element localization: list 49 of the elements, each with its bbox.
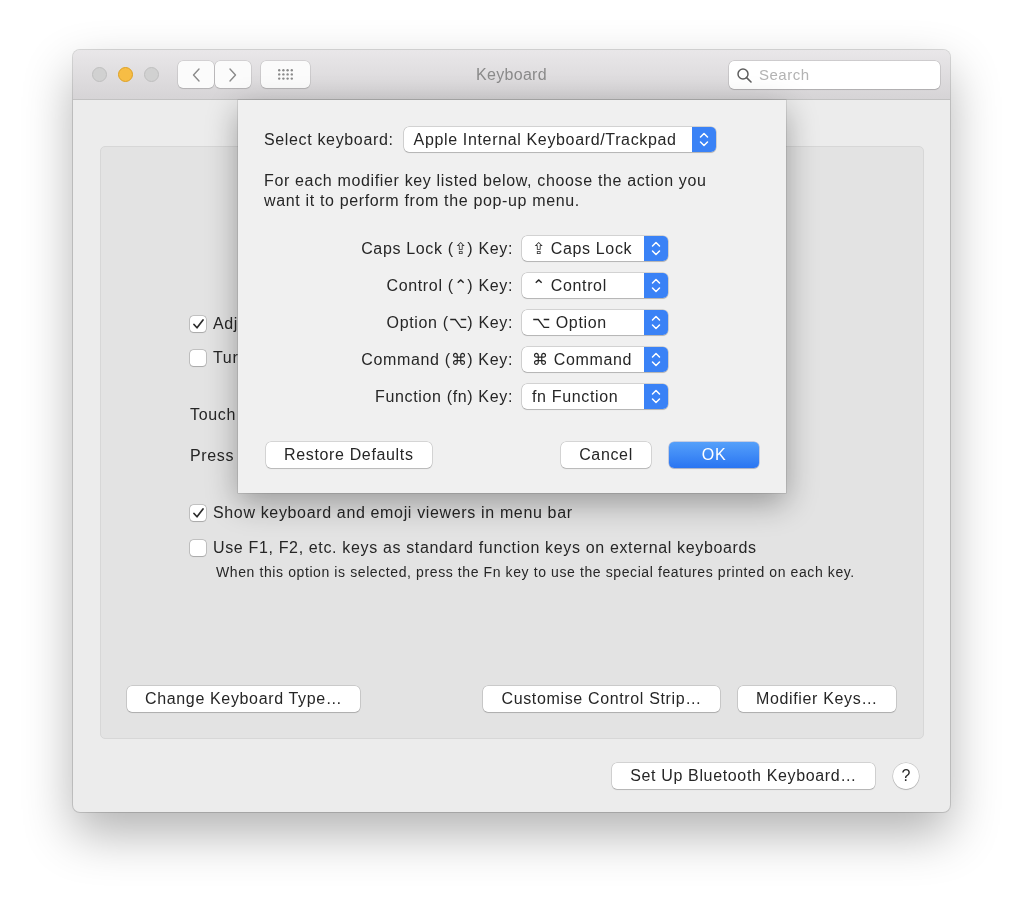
modifier-key-label: Option (⌥) Key: [385,312,513,333]
help-text: When this option is selected, press the Fn key to use the special features printed on each key. [216,564,855,580]
stepper-arrows-icon [691,127,716,152]
change-keyboard-type-button[interactable]: Change Keyboard Type… [127,686,361,712]
instructions-text: For each modifier key listed below, choose the action you want it to perform from the pop-up menu. [264,171,708,211]
window-minimize-button[interactable] [118,67,133,82]
back-button[interactable] [178,61,214,88]
stepper-arrows-icon [644,347,668,372]
modifier-key-label: Control (⌃) Key: [385,275,513,296]
search-field[interactable]: Search [729,60,940,89]
window-title: Keyboard [476,64,547,85]
chevron-left-icon [192,67,200,82]
restore-defaults-button[interactable]: Restore Defaults [266,442,432,468]
checkbox-label: Adj [213,314,239,334]
modifier-popup[interactable]: ⌘ Command [522,347,668,372]
chevron-right-icon [229,67,237,82]
checkbox[interactable] [190,350,206,366]
cancel-button[interactable]: Cancel [561,442,651,468]
help-button[interactable]: ? [893,763,919,789]
setting-label: Touch [190,405,236,425]
checkbox-label: Use F1, F2, etc. keys as standard function keys on external keyboards [213,538,758,558]
checkbox[interactable] [190,316,206,332]
forward-button[interactable] [215,61,251,88]
customise-control-strip-button[interactable]: Customise Control Strip… [483,686,720,712]
search-icon [737,67,752,83]
modifier-popup[interactable]: ⇪ Caps Lock [522,236,668,261]
modifier-key-label: Function (fn) Key: [374,386,513,407]
checkbox[interactable] [190,540,206,556]
stepper-arrows-icon [644,273,668,298]
modifier-popup[interactable]: ⌃ Control [522,273,668,298]
grid-icon [278,69,293,80]
checkbox[interactable] [190,505,206,521]
stepper-arrows-icon [644,310,668,335]
checkmark-icon [192,508,204,518]
keyboard-popup[interactable]: Apple Internal Keyboard/Trackpad [403,127,716,152]
stepper-arrows-icon [644,236,668,261]
checkbox-label: Tur [213,348,239,368]
checkmark-icon [192,319,204,329]
modifier-key-label: Caps Lock (⇪) Key: [360,238,513,259]
show-all-button[interactable] [261,61,310,88]
set-up-bluetooth-keyboard-button[interactable]: Set Up Bluetooth Keyboard… [612,763,875,789]
modifier-key-label: Command (⌘) Key: [360,349,513,370]
modifier-popup[interactable]: ⌥ Option [522,310,668,335]
modifier-popup[interactable]: fn Function [522,384,668,409]
stepper-arrows-icon [644,384,668,409]
setting-label: Press [190,446,235,466]
checkbox-label: Show keyboard and emoji viewers in menu bar [213,503,573,523]
select-keyboard-label: Select keyboard: [264,129,394,150]
modifier-keys-button[interactable]: Modifier Keys… [737,686,896,712]
